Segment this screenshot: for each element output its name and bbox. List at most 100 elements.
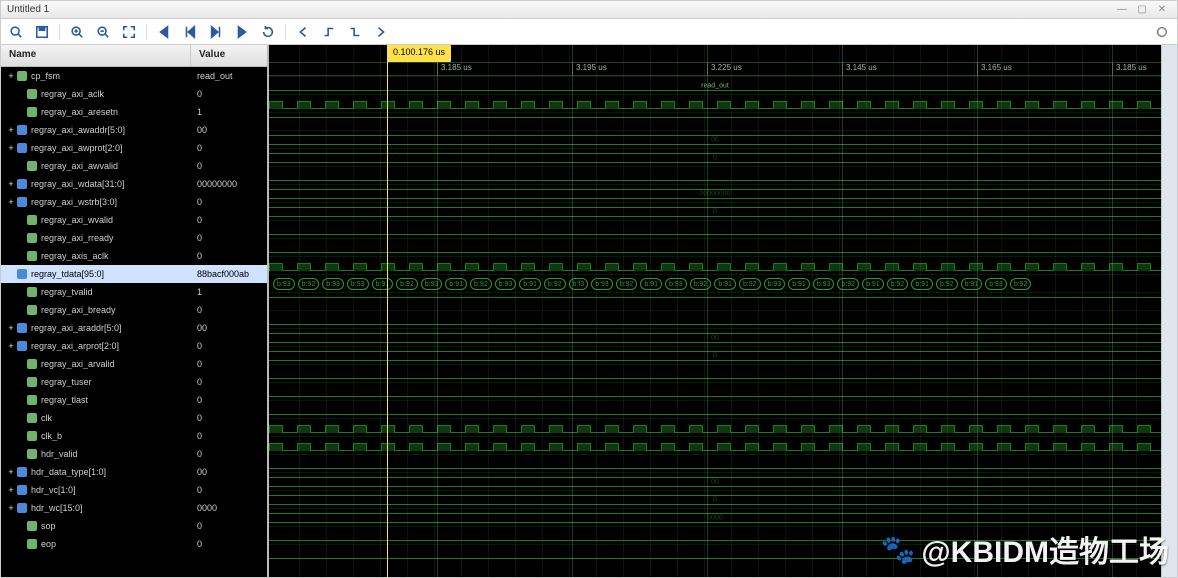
bus-icon xyxy=(17,269,27,279)
expand-toggle[interactable]: + xyxy=(5,485,17,495)
bus-pill: b:91 xyxy=(445,278,467,290)
expand-toggle[interactable]: + xyxy=(5,467,17,477)
go-end-icon[interactable] xyxy=(233,23,251,41)
signal-value: 00000000 xyxy=(191,179,267,189)
signal-row[interactable]: regray_axi_awvalid0 xyxy=(1,157,267,175)
signal-row[interactable]: hdr_valid0 xyxy=(1,445,267,463)
bus-pill: b:92 xyxy=(616,278,638,290)
signal-row[interactable]: regray_axi_aclk0 xyxy=(1,85,267,103)
signal-row[interactable]: +regray_axi_araddr[5:0]00 xyxy=(1,319,267,337)
signal-row[interactable]: regray_tlast0 xyxy=(1,391,267,409)
col-name[interactable]: Name xyxy=(1,45,191,66)
gridline-minor xyxy=(1136,45,1137,577)
maximize-button[interactable]: ▢ xyxy=(1133,3,1151,17)
gridline-minor xyxy=(380,45,381,577)
signal-name: regray_axi_arvalid xyxy=(41,359,115,369)
save-icon[interactable] xyxy=(33,23,51,41)
ruler-tick: 3.185 us xyxy=(437,63,472,75)
signal-row[interactable]: regray_tuser0 xyxy=(1,373,267,391)
bus-pill: b:91 xyxy=(519,278,541,290)
signal-name: regray_axi_awaddr[5:0] xyxy=(31,125,125,135)
signal-value: 0000 xyxy=(191,503,267,513)
signal-row[interactable]: +regray_tdata[95:0]88bacf000ab xyxy=(1,265,267,283)
gridline-minor xyxy=(812,45,813,577)
gridline xyxy=(572,45,573,577)
expand-toggle[interactable]: + xyxy=(5,323,17,333)
expand-toggle[interactable]: + xyxy=(5,179,17,189)
signal-row[interactable]: + regray_axi_wdata[31:0] 00000000 xyxy=(1,175,267,193)
signal-row[interactable]: +regray_axi_awaddr[5:0]00 xyxy=(1,121,267,139)
expand-toggle[interactable]: + xyxy=(5,71,17,81)
signal-name: regray_axi_wdata[31:0] xyxy=(31,179,125,189)
ruler-tick: 3.225 us xyxy=(707,63,742,75)
signal-name: clk xyxy=(41,413,52,423)
signal-value: read_out xyxy=(191,71,267,81)
bus-pill: b:91 xyxy=(911,278,933,290)
expand-toggle[interactable]: + xyxy=(5,143,17,153)
signal-row[interactable]: regray_axi_rready0 xyxy=(1,229,267,247)
gridline-minor xyxy=(1055,45,1056,577)
signal-row[interactable]: clk_b0 xyxy=(1,427,267,445)
col-value[interactable]: Value xyxy=(191,45,267,66)
gridline-minor xyxy=(623,45,624,577)
close-button[interactable]: ✕ xyxy=(1153,3,1171,17)
signal-value: 0 xyxy=(191,485,267,495)
signal-row[interactable]: regray_axi_bready0 xyxy=(1,301,267,319)
signal-row[interactable]: regray_tvalid1 xyxy=(1,283,267,301)
signal-value: 0 xyxy=(191,233,267,243)
signal-row[interactable]: eop0 xyxy=(1,535,267,553)
signal-value: 0 xyxy=(191,197,267,207)
step-fwd-icon[interactable] xyxy=(207,23,225,41)
signal-row[interactable]: regray_axis_aclk0 xyxy=(1,247,267,265)
signal-row[interactable]: regray_axi_wvalid0 xyxy=(1,211,267,229)
zoom-out-icon[interactable] xyxy=(94,23,112,41)
settings-icon[interactable] xyxy=(1153,23,1171,41)
bus-icon xyxy=(17,323,27,333)
next-edge-icon[interactable] xyxy=(372,23,390,41)
rising-edge-icon[interactable] xyxy=(320,23,338,41)
signal-name: regray_axis_aclk xyxy=(41,251,109,261)
expand-toggle[interactable]: + xyxy=(5,341,17,351)
signal-row[interactable]: +regray_axi_wstrb[3:0]0 xyxy=(1,193,267,211)
signal-row[interactable]: sop0 xyxy=(1,517,267,535)
restart-icon[interactable] xyxy=(259,23,277,41)
cursor-marker[interactable]: 0.100.176 us xyxy=(387,45,451,62)
zoom-fit-icon[interactable] xyxy=(120,23,138,41)
ruler-tick: 3.195 us xyxy=(572,63,607,75)
step-back-icon[interactable] xyxy=(181,23,199,41)
go-start-icon[interactable] xyxy=(155,23,173,41)
search-icon[interactable] xyxy=(7,23,25,41)
right-scrollbar-gutter[interactable] xyxy=(1161,45,1177,577)
bus-icon xyxy=(17,503,27,513)
ruler-tick: 3.145 us xyxy=(842,63,877,75)
cursor-line[interactable] xyxy=(387,45,388,577)
signal-row[interactable]: +cp_fsmread_out xyxy=(1,67,267,85)
gridline xyxy=(842,45,843,577)
signal-value: 0 xyxy=(191,305,267,315)
expand-toggle[interactable]: + xyxy=(5,269,17,279)
bus-pill: b:93 xyxy=(764,278,786,290)
expand-toggle[interactable]: + xyxy=(5,503,17,513)
signal-list[interactable]: +cp_fsmread_outregray_axi_aclk0regray_ax… xyxy=(1,67,267,577)
gridline-minor xyxy=(920,45,921,577)
signal-value: 0 xyxy=(191,395,267,405)
bus-value-label: 0 xyxy=(713,352,717,359)
gridline-minor xyxy=(461,45,462,577)
bus-pill: b:93 xyxy=(495,278,517,290)
signal-row[interactable]: +regray_axi_arprot[2:0]0 xyxy=(1,337,267,355)
expand-toggle[interactable]: + xyxy=(5,197,17,207)
zoom-in-icon[interactable] xyxy=(68,23,86,41)
falling-edge-icon[interactable] xyxy=(346,23,364,41)
prev-edge-icon[interactable] xyxy=(294,23,312,41)
waveform-area[interactable]: 0.100.176 us 3.185 us 3.195 us 3.225 us 3.1… xyxy=(269,45,1161,577)
signal-row[interactable]: +hdr_wc[15:0]0000 xyxy=(1,499,267,517)
gridline-minor xyxy=(1082,45,1083,577)
signal-row[interactable]: regray_axi_arvalid0 xyxy=(1,355,267,373)
signal-row[interactable]: +regray_axi_awprot[2:0]0 xyxy=(1,139,267,157)
signal-row[interactable]: +hdr_data_type[1:0]00 xyxy=(1,463,267,481)
minimize-button[interactable]: — xyxy=(1113,3,1131,17)
expand-toggle[interactable]: + xyxy=(5,125,17,135)
signal-row[interactable]: regray_axi_aresetn1 xyxy=(1,103,267,121)
signal-row[interactable]: +hdr_vc[1:0]0 xyxy=(1,481,267,499)
signal-row[interactable]: clk0 xyxy=(1,409,267,427)
